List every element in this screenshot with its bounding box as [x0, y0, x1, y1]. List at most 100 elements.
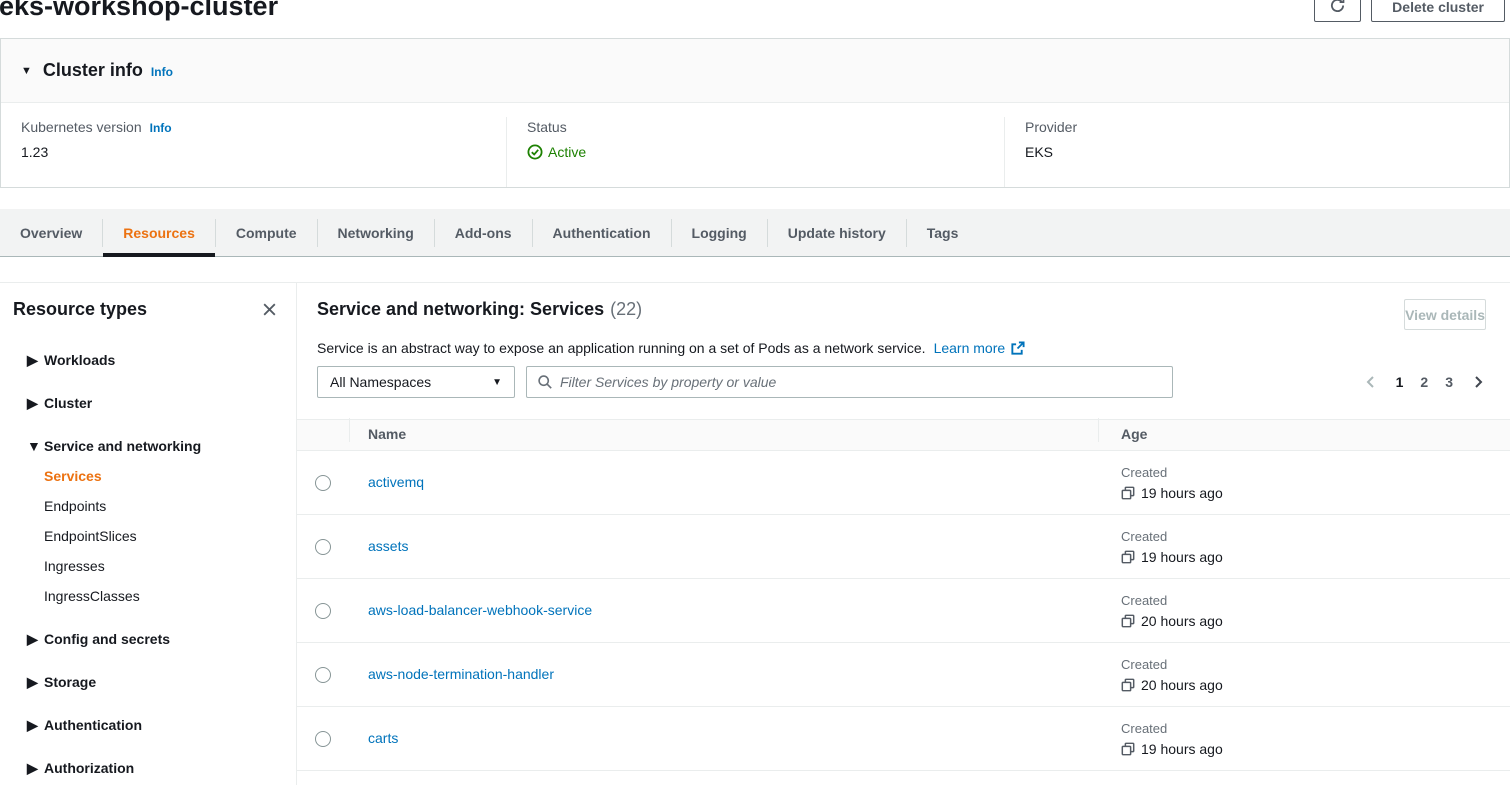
- tab-authentication[interactable]: Authentication: [533, 209, 671, 256]
- services-description: Service is an abstract way to expose an …: [317, 340, 926, 356]
- created-label: Created: [1121, 529, 1510, 544]
- tab-overview[interactable]: Overview: [0, 209, 102, 256]
- sidebar-item-ingresses[interactable]: Ingresses: [0, 551, 296, 581]
- created-label: Created: [1121, 465, 1510, 480]
- created-label: Created: [1121, 721, 1510, 736]
- provider-label: Provider: [1025, 119, 1489, 135]
- copy-icon[interactable]: [1121, 678, 1141, 692]
- service-link[interactable]: aws-node-termination-handler: [368, 666, 554, 682]
- search-icon: [537, 374, 553, 390]
- services-table: Name Age activemq Created 19 hours ago a…: [297, 419, 1510, 785]
- refresh-button[interactable]: [1314, 0, 1361, 22]
- chevron-right-icon: ▶: [27, 674, 44, 691]
- kubernetes-version-label: Kubernetes version: [21, 119, 142, 135]
- filter-services-input[interactable]: [560, 374, 1162, 390]
- row-radio[interactable]: [315, 667, 331, 683]
- created-label: Created: [1121, 593, 1510, 608]
- chevron-down-icon: ▼: [492, 377, 502, 388]
- copy-icon[interactable]: [1121, 486, 1141, 500]
- tab-add-ons[interactable]: Add-ons: [435, 209, 532, 256]
- sidebar-item-config-and-secrets[interactable]: ▶ Config and secrets: [0, 624, 296, 654]
- status-badge: Active: [527, 144, 984, 160]
- services-panel-title: Service and networking: Services(22): [317, 299, 642, 320]
- page-number-1[interactable]: 1: [1396, 374, 1404, 390]
- table-row-carts: carts Created 19 hours ago: [297, 707, 1510, 771]
- resource-type-tree: ▶ Workloads ▶ Cluster ▼ Service and netw…: [0, 345, 296, 783]
- status-label: Status: [527, 119, 984, 135]
- previous-page-icon[interactable]: [1363, 374, 1379, 390]
- table-row-partial: Created: [297, 771, 1510, 785]
- status-value: Active: [548, 144, 586, 160]
- tab-update-history[interactable]: Update history: [768, 209, 906, 256]
- delete-cluster-button[interactable]: Delete cluster: [1371, 0, 1505, 22]
- cluster-tabs-strip: Overview Resources Compute Networking Ad…: [0, 209, 1510, 257]
- cluster-name-title: eks-workshop-cluster: [0, 0, 278, 22]
- age-value: 20 hours ago: [1141, 613, 1223, 629]
- field-status: Status Active: [506, 117, 1004, 187]
- kubernetes-version-info-link[interactable]: Info: [150, 121, 172, 135]
- sidebar-item-cluster[interactable]: ▶ Cluster: [0, 388, 296, 418]
- copy-icon[interactable]: [1121, 550, 1141, 564]
- service-link[interactable]: assets: [368, 538, 408, 554]
- cluster-info-header[interactable]: ▼ Cluster info Info: [1, 39, 1509, 103]
- view-details-button[interactable]: View details: [1404, 299, 1486, 330]
- service-link[interactable]: activemq: [368, 474, 424, 490]
- field-provider: Provider EKS: [1004, 117, 1509, 187]
- close-icon[interactable]: [261, 301, 278, 318]
- sidebar-item-endpoints[interactable]: Endpoints: [0, 491, 296, 521]
- tab-compute[interactable]: Compute: [216, 209, 317, 256]
- sidebar-item-storage[interactable]: ▶ Storage: [0, 667, 296, 697]
- sidebar-item-endpointslices[interactable]: EndpointSlices: [0, 521, 296, 551]
- cluster-info-info-link[interactable]: Info: [151, 65, 173, 79]
- kubernetes-version-value: 1.23: [21, 144, 486, 160]
- sidebar-item-authorization[interactable]: ▶ Authorization: [0, 753, 296, 783]
- service-link[interactable]: carts: [368, 730, 398, 746]
- row-radio[interactable]: [315, 731, 331, 747]
- provider-value: EKS: [1025, 144, 1489, 160]
- chevron-right-icon: ▶: [27, 717, 44, 734]
- header-actions: Delete cluster: [1314, 0, 1505, 22]
- age-value: 19 hours ago: [1141, 549, 1223, 565]
- copy-icon[interactable]: [1121, 614, 1141, 628]
- page-number-3[interactable]: 3: [1445, 374, 1453, 390]
- tab-logging[interactable]: Logging: [672, 209, 767, 256]
- namespace-select[interactable]: All Namespaces ▼: [317, 366, 515, 398]
- tab-networking[interactable]: Networking: [318, 209, 434, 256]
- sidebar-item-ingressclasses[interactable]: IngressClasses: [0, 581, 296, 611]
- sidebar-item-workloads[interactable]: ▶ Workloads: [0, 345, 296, 375]
- row-radio[interactable]: [315, 603, 331, 619]
- services-panel: Service and networking: Services(22) Vie…: [297, 283, 1510, 785]
- sidebar-item-services[interactable]: Services: [0, 461, 296, 491]
- tab-resources[interactable]: Resources: [103, 209, 215, 256]
- sidebar-item-service-and-networking[interactable]: ▼ Service and networking: [0, 431, 296, 461]
- chevron-right-icon: ▶: [27, 395, 44, 412]
- sidebar-title: Resource types: [13, 299, 261, 320]
- tab-tags[interactable]: Tags: [907, 209, 979, 256]
- column-header-age: Age: [1121, 426, 1147, 442]
- page-number-2[interactable]: 2: [1420, 374, 1428, 390]
- service-link[interactable]: aws-load-balancer-webhook-service: [368, 602, 592, 618]
- status-check-icon: [527, 144, 548, 160]
- chevron-down-icon: ▼: [27, 438, 44, 454]
- age-value: 19 hours ago: [1141, 485, 1223, 501]
- page-header: eks-workshop-cluster Delete cluster: [0, 0, 1510, 28]
- table-row-assets: assets Created 19 hours ago: [297, 515, 1510, 579]
- learn-more-link[interactable]: Learn more: [934, 340, 1026, 356]
- refresh-icon: [1329, 0, 1346, 17]
- chevron-right-icon: ▶: [27, 760, 44, 777]
- services-filter: [526, 366, 1173, 398]
- namespace-selected-value: All Namespaces: [330, 374, 431, 390]
- next-page-icon[interactable]: [1470, 374, 1486, 390]
- table-row-aws-load-balancer-webhook-service: aws-load-balancer-webhook-service Create…: [297, 579, 1510, 643]
- row-radio[interactable]: [315, 539, 331, 555]
- chevron-right-icon: ▶: [27, 352, 44, 369]
- copy-icon[interactable]: [1121, 742, 1141, 756]
- row-radio[interactable]: [315, 475, 331, 491]
- age-value: 20 hours ago: [1141, 677, 1223, 693]
- column-header-name: Name: [368, 426, 406, 442]
- external-link-icon: [1005, 341, 1025, 356]
- table-row-aws-node-termination-handler: aws-node-termination-handler Created 20 …: [297, 643, 1510, 707]
- pagination: 1 2 3: [1363, 374, 1486, 390]
- resource-types-sidebar: Resource types ▶ Workloads ▶ Cluster ▼ S…: [0, 283, 297, 785]
- sidebar-item-authentication[interactable]: ▶ Authentication: [0, 710, 296, 740]
